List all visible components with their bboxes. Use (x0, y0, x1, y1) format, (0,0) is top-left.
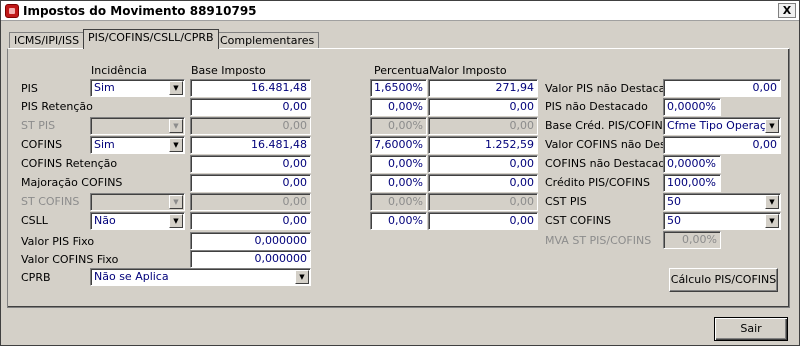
cofins-retencao-base-field[interactable]: 0,00 (190, 155, 311, 173)
label-base-cred-pis-cofins: Base Créd. PIS/COFINS (545, 119, 670, 132)
cst-cofins-value: 50 (667, 214, 681, 227)
csll-base-field[interactable]: 0,00 (190, 212, 311, 230)
label-cst-cofins: CST COFINS (545, 214, 611, 227)
label-st-cofins: ST COFINS (21, 195, 80, 208)
cst-pis-select[interactable]: 50 ▼ (663, 193, 781, 211)
label-pis-retencao: PIS Retenção (21, 100, 93, 113)
base-cred-value: Cfme Tipo Operação (667, 119, 780, 132)
majoracao-cofins-valor-field[interactable]: 0,00 (428, 174, 538, 192)
pis-percentual-field[interactable]: 1,6500% (370, 79, 427, 97)
st-cofins-valor-field: 0,00 (428, 193, 538, 211)
header-base-imposto: Base Imposto (191, 64, 266, 77)
chevron-down-icon: ▼ (169, 195, 183, 209)
calculo-pis-cofins-button[interactable]: Cálculo PIS/COFINS (669, 268, 778, 292)
pis-valor-field[interactable]: 271,94 (428, 79, 538, 97)
cofins-nao-destacado-field[interactable]: 0,0000% (663, 155, 721, 173)
pis-retencao-valor-field[interactable]: 0,00 (428, 98, 538, 116)
window-title: Impostos do Movimento 88910795 (23, 4, 257, 18)
impostos-window: Impostos do Movimento 88910795 X ICMS/IP… (0, 0, 800, 346)
st-pis-valor-field: 0,00 (428, 117, 538, 135)
st-cofins-base-field: 0,00 (190, 193, 311, 211)
st-pis-base-field: 0,00 (190, 117, 311, 135)
label-valor-pis-fixo: Valor PIS Fixo (21, 235, 95, 248)
label-st-pis: ST PIS (21, 119, 56, 132)
pis-retencao-base-field[interactable]: 0,00 (190, 98, 311, 116)
label-valor-cofins-nao-dest: Valor COFINS não Dest. (545, 138, 674, 151)
st-pis-incidencia-select: ▼ (90, 117, 185, 135)
cprb-select[interactable]: Não se Aplica ▼ (90, 268, 311, 286)
csll-incidencia-select[interactable]: Não ▼ (90, 212, 185, 230)
header-valor-imposto: Valor Imposto (431, 64, 507, 77)
valor-pis-nao-destacado-field[interactable]: 0,00 (663, 79, 781, 97)
label-cofins-retencao: COFINS Retenção (21, 157, 118, 170)
tab-complementares[interactable]: Complementares (215, 32, 320, 49)
cofins-retencao-percentual-field[interactable]: 0,00% (370, 155, 427, 173)
cofins-incidencia-value: Sim (94, 138, 115, 151)
valor-cofins-nao-dest-field[interactable]: 0,00 (663, 136, 781, 154)
tab-pis-cofins-csll-cprb[interactable]: PIS/COFINS/CSLL/CPRB (83, 29, 219, 49)
chevron-down-icon[interactable]: ▼ (765, 214, 779, 228)
st-cofins-percentual-field: 0,00% (370, 193, 427, 211)
valor-cofins-fixo-field[interactable]: 0,000000 (190, 250, 311, 268)
label-valor-cofins-fixo: Valor COFINS Fixo (21, 253, 119, 266)
sair-button[interactable]: Sair (714, 317, 788, 341)
label-valor-pis-nao-destacado: Valor PIS não Destacado (545, 82, 680, 95)
tab-icms-ipi-iss[interactable]: ICMS/IPI/ISS (9, 32, 85, 49)
chevron-down-icon[interactable]: ▼ (169, 214, 183, 228)
majoracao-cofins-base-field[interactable]: 0,00 (190, 174, 311, 192)
cst-cofins-select[interactable]: 50 ▼ (663, 212, 781, 230)
chevron-down-icon[interactable]: ▼ (169, 138, 183, 152)
cst-pis-value: 50 (667, 195, 681, 208)
csll-percentual-field[interactable]: 0,00% (370, 212, 427, 230)
label-cst-pis: CST PIS (545, 195, 587, 208)
st-pis-percentual-field: 0,00% (370, 117, 427, 135)
cofins-base-field[interactable]: 16.481,48 (190, 136, 311, 154)
cprb-value: Não se Aplica (94, 270, 169, 283)
header-incidencia: Incidência (91, 64, 147, 77)
title-bar: Impostos do Movimento 88910795 X (1, 1, 799, 21)
csll-incidencia-value: Não (94, 214, 116, 227)
chevron-down-icon[interactable]: ▼ (765, 195, 779, 209)
label-cofins: COFINS (21, 138, 63, 151)
pis-incidencia-value: Sim (94, 81, 115, 94)
label-csll: CSLL (21, 214, 48, 227)
pis-incidencia-select[interactable]: Sim ▼ (90, 79, 185, 97)
app-logo-icon (5, 4, 19, 18)
label-cprb: CPRB (21, 271, 51, 284)
pis-retencao-percentual-field[interactable]: 0,00% (370, 98, 427, 116)
valor-pis-fixo-field[interactable]: 0,000000 (190, 232, 311, 250)
label-majoracao-cofins: Majoração COFINS (21, 176, 123, 189)
credito-pis-cofins-field[interactable]: 100,00% (663, 174, 721, 192)
majoracao-cofins-percentual-field[interactable]: 0,00% (370, 174, 427, 192)
label-pis-nao-destacado: PIS não Destacado (545, 100, 648, 113)
cofins-retencao-valor-field[interactable]: 0,00 (428, 155, 538, 173)
pis-base-field[interactable]: 16.481,48 (190, 79, 311, 97)
chevron-down-icon[interactable]: ▼ (295, 270, 309, 284)
label-credito-pis-cofins: Crédito PIS/COFINS (545, 176, 650, 189)
cofins-valor-field[interactable]: 1.252,59 (428, 136, 538, 154)
mva-st-pis-cofins-field: 0,00% (663, 231, 721, 249)
cofins-incidencia-select[interactable]: Sim ▼ (90, 136, 185, 154)
chevron-down-icon: ▼ (169, 119, 183, 133)
st-cofins-incidencia-select: ▼ (90, 193, 185, 211)
label-mva-st-pis-cofins: MVA ST PIS/COFINS (545, 234, 652, 247)
csll-valor-field[interactable]: 0,00 (428, 212, 538, 230)
label-pis: PIS (21, 82, 38, 95)
pis-nao-destacado-field[interactable]: 0,0000% (663, 98, 721, 116)
cofins-percentual-field[interactable]: 7,6000% (370, 136, 427, 154)
base-cred-select[interactable]: Cfme Tipo Operação ▼ (663, 117, 781, 135)
label-cofins-nao-destacado: COFINS não Destacado (545, 157, 673, 170)
close-button[interactable]: X (778, 3, 796, 18)
chevron-down-icon[interactable]: ▼ (765, 119, 779, 133)
header-percentual: Percentual (374, 64, 433, 77)
chevron-down-icon[interactable]: ▼ (169, 81, 183, 95)
